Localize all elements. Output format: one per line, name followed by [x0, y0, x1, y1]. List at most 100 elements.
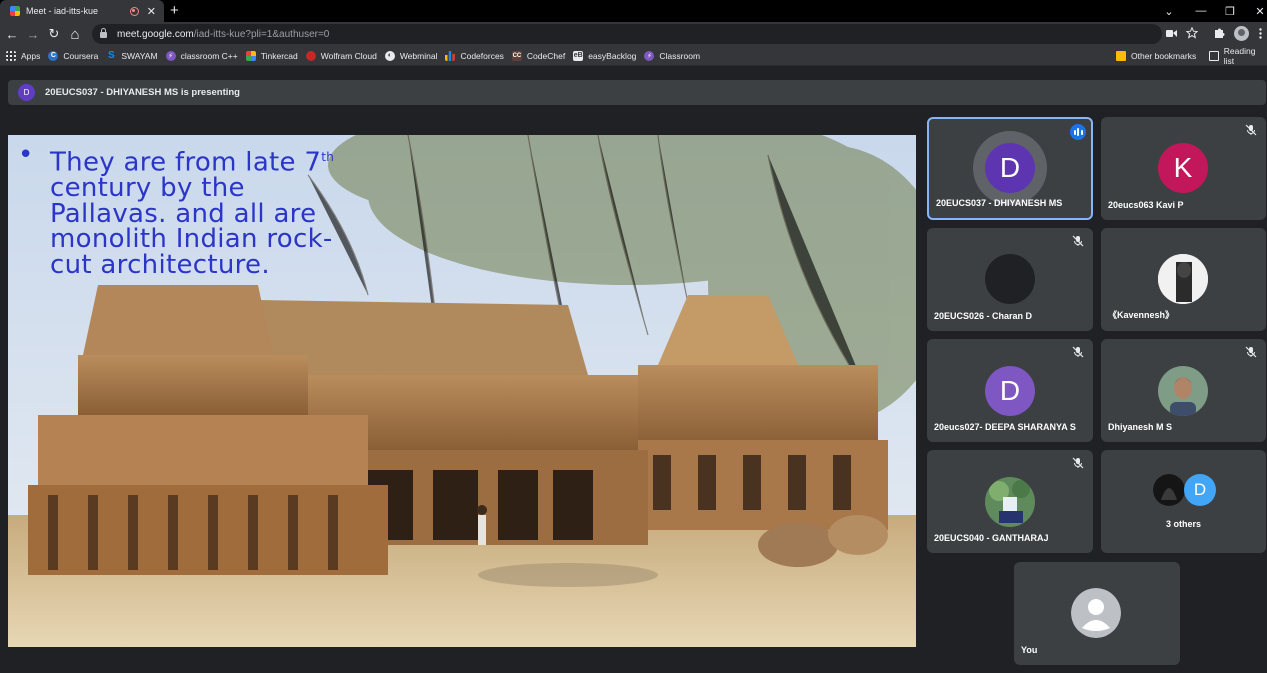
slide-line: cut architecture.	[50, 249, 270, 280]
other-bookmarks-label: Other bookmarks	[1131, 51, 1197, 61]
bookmark-label: Webminal	[399, 50, 438, 61]
participant-tile-gantharaj[interactable]: 20EUCS040 - GANTHARAJ	[927, 450, 1093, 553]
restore-button[interactable]: ❐	[1214, 0, 1246, 22]
bookmark-codechef[interactable]: CC CodeChef	[511, 50, 566, 61]
forward-button[interactable]: →	[24, 25, 42, 43]
minimize-button[interactable]: —	[1185, 0, 1217, 22]
shared-screen-presentation: • They are from late 7th century by the …	[8, 135, 916, 647]
tab-close-icon[interactable]: ✕	[147, 5, 156, 18]
bolt-icon: ⚡	[165, 50, 176, 61]
bookmark-label: easyBacklog	[588, 50, 637, 61]
mic-off-icon	[1245, 346, 1257, 358]
browser-menu-icon[interactable]	[1259, 28, 1262, 39]
profile-photo-avatar	[985, 477, 1035, 527]
user-avatar-icon	[1071, 588, 1121, 638]
url-host: meet.google.com	[117, 28, 194, 40]
mic-off-icon	[1072, 457, 1084, 469]
codechef-icon: CC	[511, 50, 522, 61]
slide-text: • They are from late 7th century by the …	[18, 140, 335, 280]
home-button[interactable]: ⌂	[66, 25, 84, 43]
bookmark-label: Apps	[21, 50, 41, 61]
bolt-icon: ⚡	[644, 50, 655, 61]
codeforces-icon	[445, 50, 456, 61]
browser-toolbar: ← → ↻ ⌂ meet.google.com/iad-itts-kue?pli…	[0, 22, 1267, 46]
bookmark-apps[interactable]: Apps	[6, 50, 41, 61]
coursera-icon: C	[48, 50, 59, 61]
tab-strip: Meet - iad-itts-kue ✕ + ⌄ — ❐ ✕	[0, 0, 1267, 22]
participant-name: You	[1021, 645, 1038, 655]
bookmark-label: Classroom	[659, 50, 701, 61]
participant-name: 20EUCS026 - Charan D	[934, 311, 1033, 321]
lock-icon	[100, 28, 107, 38]
tinkercad-icon	[245, 50, 256, 61]
swayam-icon: S	[108, 50, 115, 61]
bookmark-coursera[interactable]: C Coursera	[48, 50, 99, 61]
apps-grid-icon	[6, 50, 16, 61]
participant-tile-you[interactable]: You	[1014, 562, 1180, 665]
bookmark-easybacklog[interactable]: eB easyBacklog	[573, 50, 637, 61]
participant-tile-deepa-sharanya[interactable]: D 20eucs027- DEEPA SHARANYA S	[927, 339, 1093, 442]
avatar: D	[1184, 474, 1216, 506]
avatar	[985, 254, 1035, 304]
profile-photo-avatar	[1158, 254, 1208, 304]
bookmark-classroom[interactable]: ⚡ Classroom	[644, 50, 701, 61]
reload-button[interactable]: ↻	[45, 25, 63, 43]
back-button[interactable]: ←	[3, 25, 21, 43]
browser-tab-meet[interactable]: Meet - iad-itts-kue ✕	[0, 0, 164, 22]
tab-search-dropdown-icon[interactable]: ⌄	[1153, 0, 1185, 22]
participant-name: 20EUCS040 - GANTHARAJ	[934, 533, 1049, 543]
bookmark-tinkercad[interactable]: Tinkercad	[245, 50, 298, 61]
speaking-indicator-icon	[1070, 124, 1086, 140]
bookmark-webminal[interactable]: ◐ Webminal	[384, 50, 438, 61]
other-bookmarks[interactable]: Other bookmarks	[1116, 46, 1196, 66]
profile-photo-avatar	[1158, 366, 1208, 416]
bookmark-codeforces[interactable]: Codeforces	[445, 50, 504, 61]
address-bar[interactable]: meet.google.com/iad-itts-kue?pli=1&authu…	[92, 24, 1162, 44]
avatar: K	[1158, 143, 1208, 193]
bookmark-star-icon[interactable]	[1186, 27, 1198, 39]
slide-line: They are from late 7th	[50, 147, 335, 178]
participant-tile-kavennesh[interactable]: 《Kavennesh》	[1101, 228, 1266, 331]
others-photo-avatar	[1153, 474, 1185, 506]
slide-bullet: •	[18, 140, 34, 170]
bookmark-label: CodeChef	[526, 50, 566, 61]
participant-tile-others[interactable]: D 3 others	[1101, 450, 1266, 553]
meet-favicon-icon	[10, 6, 20, 16]
avatar: D	[985, 366, 1035, 416]
reading-list[interactable]: Reading list	[1209, 46, 1267, 66]
avatar: D	[985, 143, 1035, 193]
others-count-label: 3 others	[1165, 519, 1201, 529]
profile-avatar-icon[interactable]	[1234, 26, 1249, 41]
bookmarks-bar: Apps C Coursera S SWAYAM ⚡ classroom C++…	[0, 46, 1267, 66]
bookmark-label: classroom C++	[180, 50, 238, 61]
bookmark-swayam[interactable]: S SWAYAM	[106, 50, 158, 61]
folder-icon	[1116, 51, 1126, 61]
webminal-icon: ◐	[384, 50, 395, 61]
participant-name: 20EUCS037 - DHIYANESH MS	[936, 198, 1063, 208]
tab-title: Meet - iad-itts-kue	[26, 6, 99, 16]
participant-tile-kavi-p[interactable]: K 20eucs063 Kavi P	[1101, 117, 1266, 220]
extensions-puzzle-icon[interactable]	[1213, 27, 1225, 39]
bookmark-label: Tinkercad	[260, 50, 298, 61]
bookmark-classroom-cpp[interactable]: ⚡ classroom C++	[165, 50, 238, 61]
bookmark-label: Wolfram Cloud	[320, 50, 377, 61]
new-tab-button[interactable]: +	[170, 2, 179, 19]
presenter-avatar: D	[18, 84, 35, 101]
camera-in-use-icon[interactable]	[1166, 29, 1177, 38]
mic-off-icon	[1245, 124, 1257, 136]
close-window-button[interactable]: ✕	[1244, 0, 1267, 22]
participant-tile-dhiyanesh-ms[interactable]: D 20EUCS037 - DHIYANESH MS	[927, 117, 1093, 220]
bookmark-label: Coursera	[63, 50, 99, 61]
bookmark-label: SWAYAM	[121, 50, 158, 61]
mic-off-icon	[1072, 235, 1084, 247]
wolfram-icon	[305, 50, 316, 61]
url-path: /iad-itts-kue?pli=1&authuser=0	[193, 28, 330, 40]
recording-indicator-icon	[129, 6, 139, 16]
presenting-text: 20EUCS037 - DHIYANESH MS is presenting	[45, 87, 240, 98]
easybacklog-icon: eB	[573, 50, 584, 61]
participant-name: Dhiyanesh M S	[1108, 422, 1173, 432]
participant-tile-dhiyanesh-m-s[interactable]: Dhiyanesh M S	[1101, 339, 1266, 442]
mic-off-icon	[1072, 346, 1084, 358]
participant-tile-charan-d[interactable]: 20EUCS026 - Charan D	[927, 228, 1093, 331]
bookmark-wolfram-cloud[interactable]: Wolfram Cloud	[305, 50, 377, 61]
